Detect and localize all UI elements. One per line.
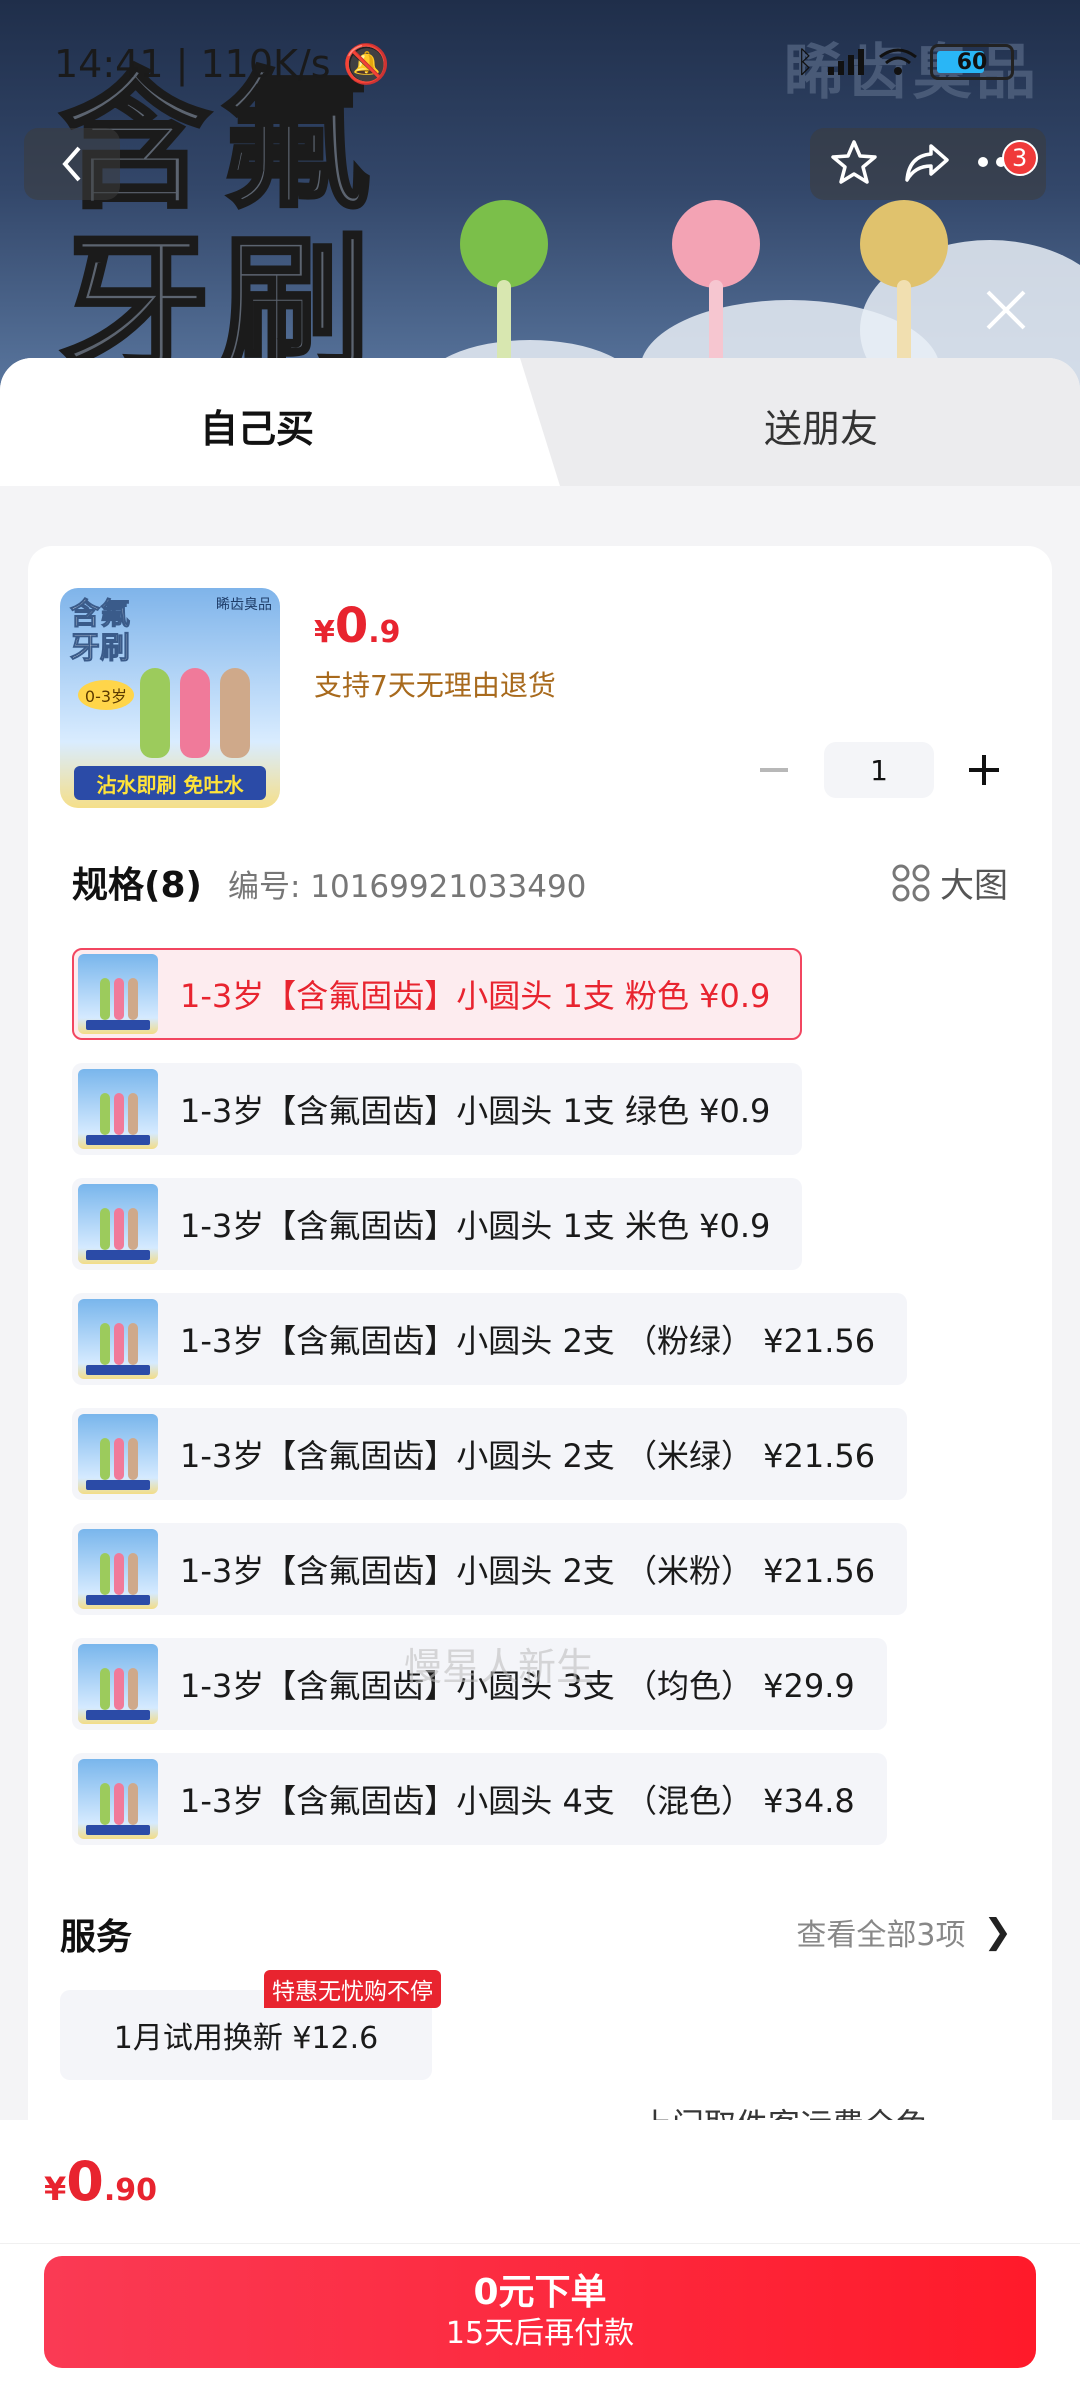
place-order-button[interactable]: 0元下单 15天后再付款: [44, 2256, 1036, 2368]
watermark: 慢星人新生: [404, 1645, 595, 1689]
option-thumbnail: [78, 1759, 158, 1839]
total-row: [0, 2120, 1080, 2244]
thumb-brand: 睎齿臭品: [216, 597, 272, 613]
toothbrush-pink: [180, 668, 210, 758]
spec-option[interactable]: 1-3岁【含氟固齿】小圆头 1支 粉色 ¥0.9: [72, 948, 803, 1040]
spec-title: 规格(8): [72, 865, 202, 906]
minus-icon: [760, 768, 788, 772]
option-thumbnail: [78, 1069, 158, 1149]
product-price: ¥0.9: [314, 598, 401, 654]
thumb-banner: 沾水即刷 免吐水: [74, 766, 266, 800]
increase-quantity-button[interactable]: [956, 742, 1012, 798]
close-icon: [986, 290, 1026, 330]
status-bar: 14:41 | 110K/s 🔕 ᛒ 60: [0, 0, 1080, 120]
spec-options: 1-3岁【含氟固齿】小圆头 1支 粉色 ¥0.9 1-3岁【含氟固齿】小圆头 1…: [72, 948, 1012, 1868]
wifi-icon: [879, 48, 917, 75]
chevron-left-icon: [62, 146, 81, 182]
option-thumbnail: [78, 1529, 158, 1609]
purchase-sheet: 自己买 送朋友 含氟 牙刷 睎齿臭品 0-3岁 沾水即刷 免吐水 ¥0.9 支持…: [0, 358, 1080, 2400]
spec-option[interactable]: 1-3岁【含氟固齿】小圆头 2支 （米粉） ¥21.56: [72, 1523, 908, 1615]
more-button[interactable]: 3: [976, 140, 1038, 176]
tab-gift-friend[interactable]: 送朋友: [764, 398, 878, 453]
spec-header: 规格(8) 编号: 10169921033490: [72, 856, 586, 908]
status-icons: ᛒ 60: [796, 44, 1014, 80]
bottom-bar: ¥0.90 0元下单 15天后再付款: [0, 2120, 1080, 2400]
notification-badge: 3: [1001, 140, 1038, 176]
product-image[interactable]: 含氟 牙刷 睎齿臭品 0-3岁 沾水即刷 免吐水: [60, 588, 280, 808]
mute-icon: 🔕: [342, 42, 390, 86]
toothbrush-green: [140, 668, 170, 758]
thumb-age: 0-3岁: [78, 680, 134, 710]
share-icon: [905, 144, 949, 182]
back-button[interactable]: [24, 128, 120, 200]
option-thumbnail: [78, 954, 158, 1034]
grid-icon: [892, 864, 930, 901]
share-button[interactable]: [903, 138, 951, 190]
thumb-title: 含氟 牙刷: [70, 597, 131, 666]
plus-icon: [969, 755, 999, 785]
bluetooth-icon: ᛒ: [796, 44, 814, 80]
service-promo-tag: 特惠无忧购不停: [264, 1970, 441, 2008]
cta-sub-label: 15天后再付款: [445, 2316, 635, 2351]
top-action-group: 3: [810, 128, 1046, 200]
favorite-button[interactable]: [830, 138, 878, 190]
option-thumbnail: [78, 1414, 158, 1494]
battery-icon: 60: [930, 44, 1014, 80]
toothbrush-beige: [220, 668, 250, 758]
chevron-right-icon: ❯: [983, 1912, 1013, 1952]
spec-option[interactable]: 1-3岁【含氟固齿】小圆头 4支 （混色） ¥34.8: [72, 1753, 887, 1845]
view-all-services-link[interactable]: 查看全部3项 ❯: [796, 1910, 1012, 1954]
status-time: 14:41 | 110K/s 🔕: [54, 42, 390, 86]
close-button[interactable]: [976, 280, 1036, 340]
spec-option[interactable]: 1-3岁【含氟固齿】小圆头 1支 米色 ¥0.9: [72, 1178, 803, 1270]
tab-self-buy-label[interactable]: 自己买: [200, 398, 314, 453]
product-card: 含氟 牙刷 睎齿臭品 0-3岁 沾水即刷 免吐水 ¥0.9 支持7天无理由退货 …: [28, 546, 1052, 2246]
return-policy: 支持7天无理由退货: [314, 669, 556, 702]
cta-main-label: 0元下单: [473, 2272, 607, 2313]
network-speed: 110K/s: [200, 42, 331, 86]
signal-icon: [828, 49, 864, 75]
spec-option[interactable]: 1-3岁【含氟固齿】小圆头 2支 （米绿） ¥21.56: [72, 1408, 908, 1500]
purchase-tabs: 自己买 送朋友: [0, 358, 1080, 486]
spec-option[interactable]: 1-3岁【含氟固齿】小圆头 1支 绿色 ¥0.9: [72, 1063, 803, 1155]
spec-option[interactable]: 1-3岁【含氟固齿】小圆头 2支 （粉绿） ¥21.56: [72, 1293, 908, 1385]
quantity-stepper: 1: [746, 742, 1012, 798]
total-price: ¥0.90: [44, 2150, 157, 2213]
service-title: 服务: [60, 1917, 133, 1958]
decrease-quantity-button[interactable]: [746, 742, 802, 798]
option-thumbnail: [78, 1644, 158, 1724]
product-code: 编号: 10169921033490: [227, 869, 587, 905]
big-image-toggle[interactable]: 大图: [892, 858, 1008, 907]
option-thumbnail: [78, 1184, 158, 1264]
quantity-value[interactable]: 1: [824, 742, 934, 798]
option-thumbnail: [78, 1299, 158, 1379]
star-icon: [831, 140, 878, 184]
